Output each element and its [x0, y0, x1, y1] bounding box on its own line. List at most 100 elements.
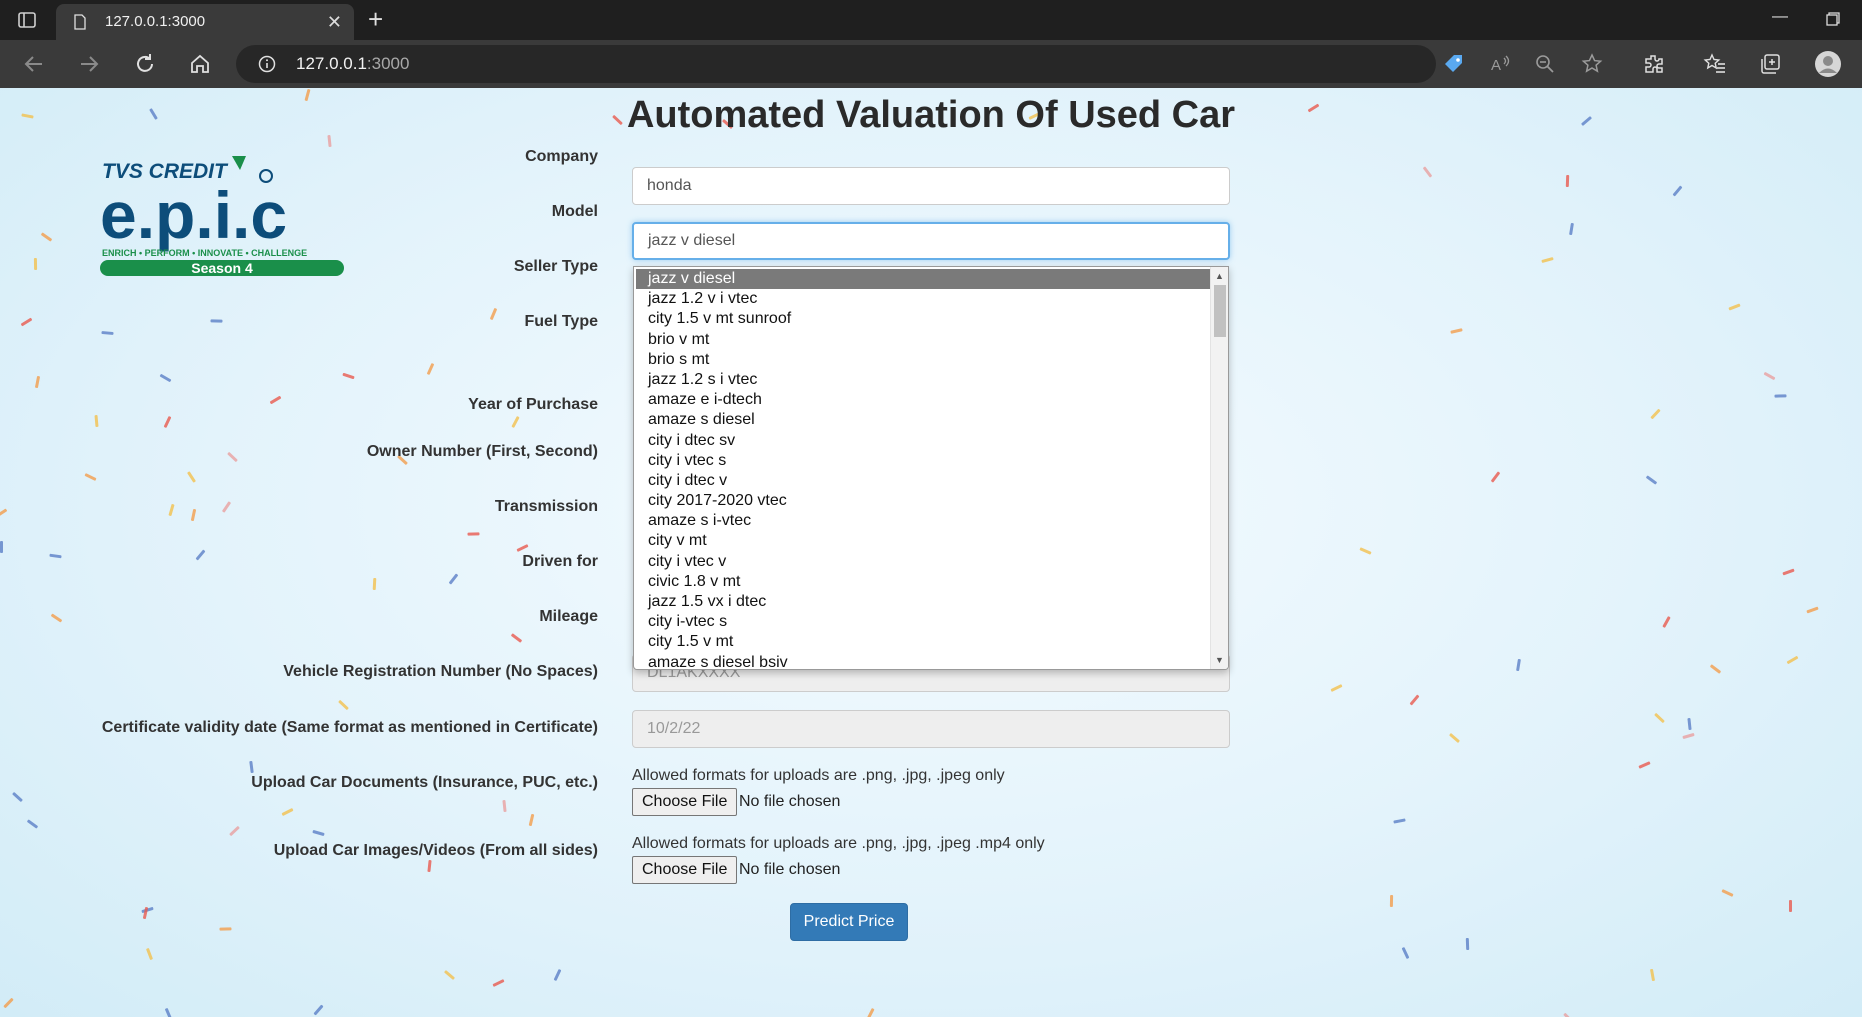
- dropdown-scrollbar[interactable]: ▲ ▼: [1210, 267, 1228, 669]
- registration-number-label: Vehicle Registration Number (No Spaces): [283, 663, 598, 680]
- address-bar[interactable]: 127.0.0.1:3000: [236, 45, 1436, 83]
- model-option[interactable]: city i dtec sv: [636, 431, 1210, 451]
- home-icon[interactable]: [188, 52, 212, 76]
- refresh-icon[interactable]: [133, 52, 157, 76]
- certificate-date-input[interactable]: 10/2/22: [632, 710, 1230, 748]
- confetti-piece: [3, 997, 14, 1009]
- model-option[interactable]: amaze s diesel: [636, 410, 1210, 430]
- confetti-piece: [1654, 713, 1666, 724]
- model-option[interactable]: city v mt: [636, 531, 1210, 551]
- close-tab-icon[interactable]: ✕: [327, 13, 342, 31]
- owner-number-label: Owner Number (First, Second): [366, 443, 598, 460]
- url-text: 127.0.0.1:3000: [296, 54, 410, 73]
- images-file-status: No file chosen: [739, 861, 841, 878]
- confetti-piece: [1763, 371, 1775, 381]
- model-option[interactable]: city i vtec v: [636, 552, 1210, 572]
- model-option[interactable]: jazz 1.5 vx i dtec: [636, 592, 1210, 612]
- confetti-piece: [1721, 889, 1734, 898]
- model-option[interactable]: city 1.5 v mt: [636, 632, 1210, 652]
- confetti-piece: [338, 699, 350, 711]
- extensions-icon[interactable]: [1642, 52, 1666, 76]
- confetti-piece: [1650, 408, 1661, 420]
- confetti-piece: [1638, 760, 1651, 769]
- scroll-down-icon[interactable]: ▼: [1215, 655, 1224, 665]
- confetti-piece: [1563, 1012, 1574, 1017]
- confetti-piece: [186, 471, 196, 484]
- company-label: Company: [525, 148, 598, 165]
- confetti-piece: [1448, 732, 1460, 743]
- model-option[interactable]: brio v mt: [636, 330, 1210, 350]
- confetti-piece: [33, 257, 37, 270]
- confetti-piece: [41, 232, 53, 243]
- scroll-up-icon[interactable]: ▲: [1215, 271, 1224, 281]
- forward-icon[interactable]: [77, 52, 101, 76]
- confetti-piece: [1330, 683, 1343, 692]
- model-option[interactable]: city 1.5 v mt sunroof: [636, 309, 1210, 329]
- confetti-piece: [1786, 655, 1799, 665]
- confetti-piece: [1728, 302, 1741, 311]
- model-option[interactable]: jazz 1.2 v i vtec: [636, 289, 1210, 309]
- minimize-icon[interactable]: —: [1772, 8, 1788, 26]
- favorites-icon[interactable]: [1703, 52, 1727, 76]
- confetti-piece: [1781, 568, 1795, 576]
- model-input[interactable]: jazz v diesel: [632, 222, 1230, 260]
- confetti-piece: [467, 532, 480, 537]
- coupon-tag-icon[interactable]: [1442, 52, 1466, 76]
- confetti-piece: [372, 578, 376, 591]
- browser-tab[interactable]: 127.0.0.1:3000 ✕: [56, 4, 354, 40]
- confetti-piece: [1465, 937, 1470, 950]
- confetti-piece: [448, 573, 459, 585]
- confetti-piece: [427, 859, 432, 872]
- driven-for-label: Driven for: [522, 553, 598, 570]
- confetti-piece: [269, 395, 282, 405]
- model-option[interactable]: jazz 1.2 s i vtec: [636, 370, 1210, 390]
- choose-documents-button[interactable]: Choose File: [632, 788, 738, 816]
- confetti-piece: [313, 1004, 324, 1016]
- confetti-piece: [1541, 256, 1554, 263]
- page-icon: [74, 14, 86, 30]
- page-title: Automated Valuation Of Used Car: [626, 94, 1236, 136]
- add-favorite-icon[interactable]: [1580, 52, 1604, 76]
- confetti-piece: [0, 540, 4, 553]
- zoom-out-icon[interactable]: [1533, 52, 1557, 76]
- tab-actions-icon[interactable]: [16, 9, 38, 31]
- collections-icon[interactable]: [1758, 52, 1782, 76]
- model-options: jazz v diesel jazz 1.2 v i vtec city 1.5 v…: [636, 269, 1210, 669]
- model-option[interactable]: civic 1.8 v mt: [636, 572, 1210, 592]
- browser-toolbar: 127.0.0.1:3000 A: [0, 40, 1862, 88]
- model-option[interactable]: city 2017-2020 vtec: [636, 491, 1210, 511]
- read-aloud-icon[interactable]: A: [1488, 52, 1512, 76]
- back-icon[interactable]: [22, 52, 46, 76]
- model-option[interactable]: amaze s i-vtec: [636, 511, 1210, 531]
- model-option[interactable]: city i vtec s: [636, 451, 1210, 471]
- confetti-piece: [49, 553, 62, 558]
- predict-price-button[interactable]: Predict Price: [790, 903, 908, 941]
- confetti-piece: [502, 800, 508, 813]
- confetti-piece: [1774, 394, 1787, 398]
- choose-images-button[interactable]: Choose File: [632, 856, 738, 884]
- model-option[interactable]: jazz v diesel: [636, 269, 1210, 290]
- company-input[interactable]: honda: [632, 167, 1230, 205]
- confetti-piece: [210, 319, 223, 323]
- model-option[interactable]: city i dtec v: [636, 471, 1210, 491]
- confetti-piece: [1806, 606, 1819, 613]
- confetti-piece: [426, 362, 435, 376]
- model-option[interactable]: brio s mt: [636, 350, 1210, 370]
- confetti-piece: [0, 508, 8, 518]
- confetti-piece: [515, 543, 529, 552]
- model-dropdown-list[interactable]: jazz v diesel jazz 1.2 v i vtec city 1.5 v…: [633, 266, 1229, 670]
- year-of-purchase-label: Year of Purchase: [468, 396, 598, 413]
- scroll-thumb[interactable]: [1214, 285, 1226, 337]
- new-tab-icon[interactable]: +: [368, 6, 383, 32]
- certificate-date-label: Certificate validity date (Same format a…: [101, 719, 598, 736]
- confetti-piece: [1682, 732, 1695, 739]
- profile-avatar-icon[interactable]: [1814, 50, 1842, 78]
- restore-icon[interactable]: [1826, 12, 1840, 26]
- model-option[interactable]: city i-vtec s: [636, 612, 1210, 632]
- confetti-piece: [1789, 900, 1793, 913]
- model-option[interactable]: amaze e i-dtech: [636, 390, 1210, 410]
- model-option[interactable]: amaze s diesel bsiv: [636, 653, 1210, 669]
- site-info-icon[interactable]: [258, 55, 276, 73]
- confetti-piece: [191, 509, 197, 522]
- confetti-piece: [489, 307, 497, 320]
